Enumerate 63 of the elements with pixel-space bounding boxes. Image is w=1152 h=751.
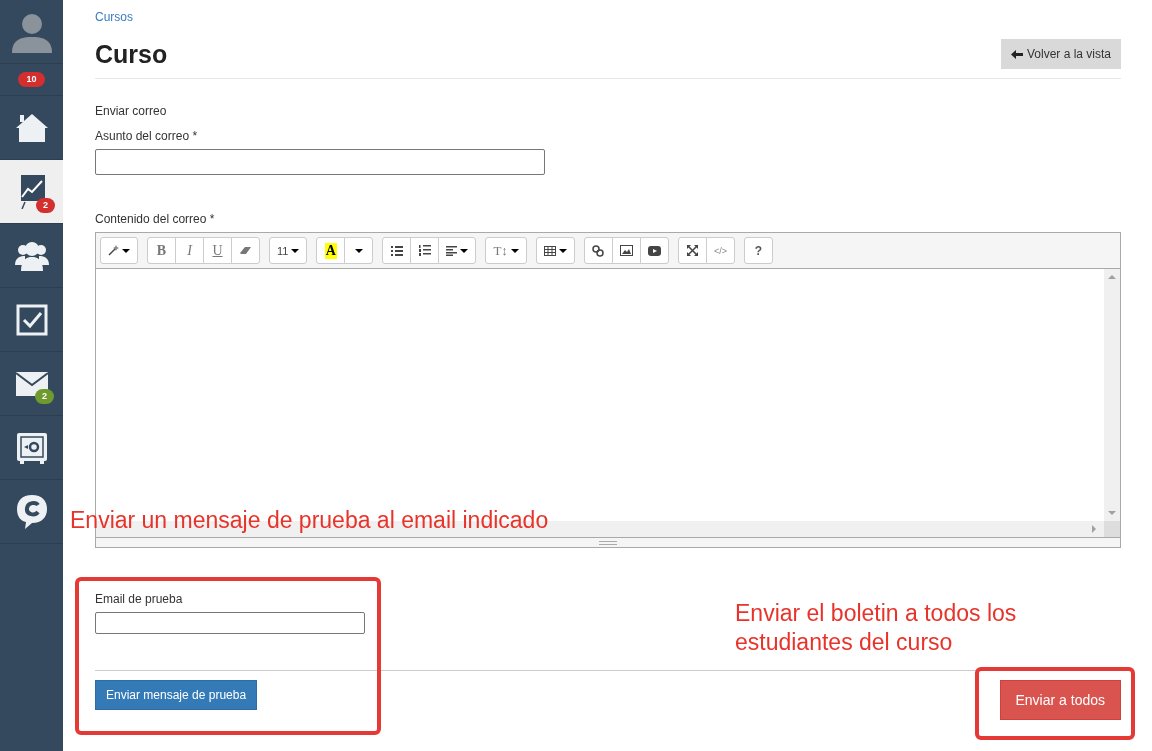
caret-icon [460, 248, 469, 253]
resize-handle[interactable] [96, 537, 1120, 547]
format-button[interactable]: </> [705, 237, 735, 264]
format-button[interactable]: T↕ [485, 237, 527, 264]
numbered-list-icon [418, 245, 431, 256]
users-icon [14, 240, 49, 271]
page-title: Curso [95, 40, 168, 69]
toolbar-button[interactable] [410, 237, 440, 264]
annotation-text: Enviar el boletin a todos los estudiantes del curso [735, 599, 1018, 657]
scroll-right-icon [1092, 525, 1096, 533]
scroll-up-icon [1108, 275, 1116, 279]
toolbar-button[interactable] [583, 237, 613, 264]
format-button[interactable]: U [203, 237, 232, 264]
scrollbar-corner [1104, 521, 1120, 537]
format-button[interactable]: A [316, 237, 346, 264]
dropdown-button[interactable] [344, 237, 374, 264]
field-label: Email de prueba [95, 592, 184, 606]
send-test-button[interactable]: Enviar mensaje de prueba [95, 680, 258, 710]
toolbar-button[interactable] [677, 237, 707, 264]
arrow-left-icon [1010, 49, 1023, 59]
sidebar-item[interactable]: 2 [0, 160, 63, 224]
subject-input-field[interactable] [95, 149, 545, 175]
annotation-text: Enviar un mensaje de prueba al email indicado [70, 510, 549, 531]
link-icon [592, 244, 605, 257]
table-icon [543, 245, 556, 256]
scroll-down-icon [1108, 511, 1116, 515]
vertical-scrollbar[interactable] [1104, 269, 1120, 521]
back-button[interactable]: Volver a la vista [1000, 39, 1121, 69]
section-label: Enviar correo [95, 104, 168, 118]
send-all-button[interactable]: Enviar a todos [999, 680, 1121, 720]
field-label: Contenido del correo * [95, 212, 216, 226]
caret-icon [291, 248, 300, 253]
eraser-icon [239, 246, 252, 255]
format-button[interactable]: ? [743, 237, 773, 264]
count-badge: 2 [35, 389, 54, 404]
caret-icon [122, 248, 130, 253]
checkbox-icon [15, 303, 48, 336]
video-icon [647, 245, 661, 256]
count-badge: 2 [36, 198, 55, 213]
caret-icon [354, 248, 363, 253]
test-email-input-field[interactable] [95, 612, 365, 634]
picture-icon [619, 245, 633, 256]
toolbar-button[interactable] [611, 237, 641, 264]
magic-wand-icon [108, 245, 119, 256]
toolbar-button[interactable] [231, 237, 260, 264]
field-label: Asunto del correo * [95, 129, 199, 143]
toolbar-button[interactable] [639, 237, 669, 264]
fullscreen-icon [686, 245, 698, 256]
toolbar-button[interactable] [382, 237, 412, 264]
breadcrumb-link[interactable]: Cursos [95, 10, 133, 24]
format-button[interactable]: 11 [269, 237, 308, 264]
toolbar-button[interactable] [438, 237, 477, 264]
count-badge: 10 [18, 72, 45, 87]
format-button[interactable]: B [147, 237, 176, 264]
bulleted-list-icon [390, 245, 403, 256]
toolbar-button[interactable] [535, 237, 575, 264]
safe-icon [15, 431, 48, 464]
align-left-icon [446, 245, 458, 256]
caret-icon [558, 248, 567, 253]
home-icon [14, 112, 49, 143]
chat-logo-icon [15, 493, 48, 530]
caret-icon [510, 248, 519, 253]
format-button[interactable]: I [175, 237, 204, 264]
